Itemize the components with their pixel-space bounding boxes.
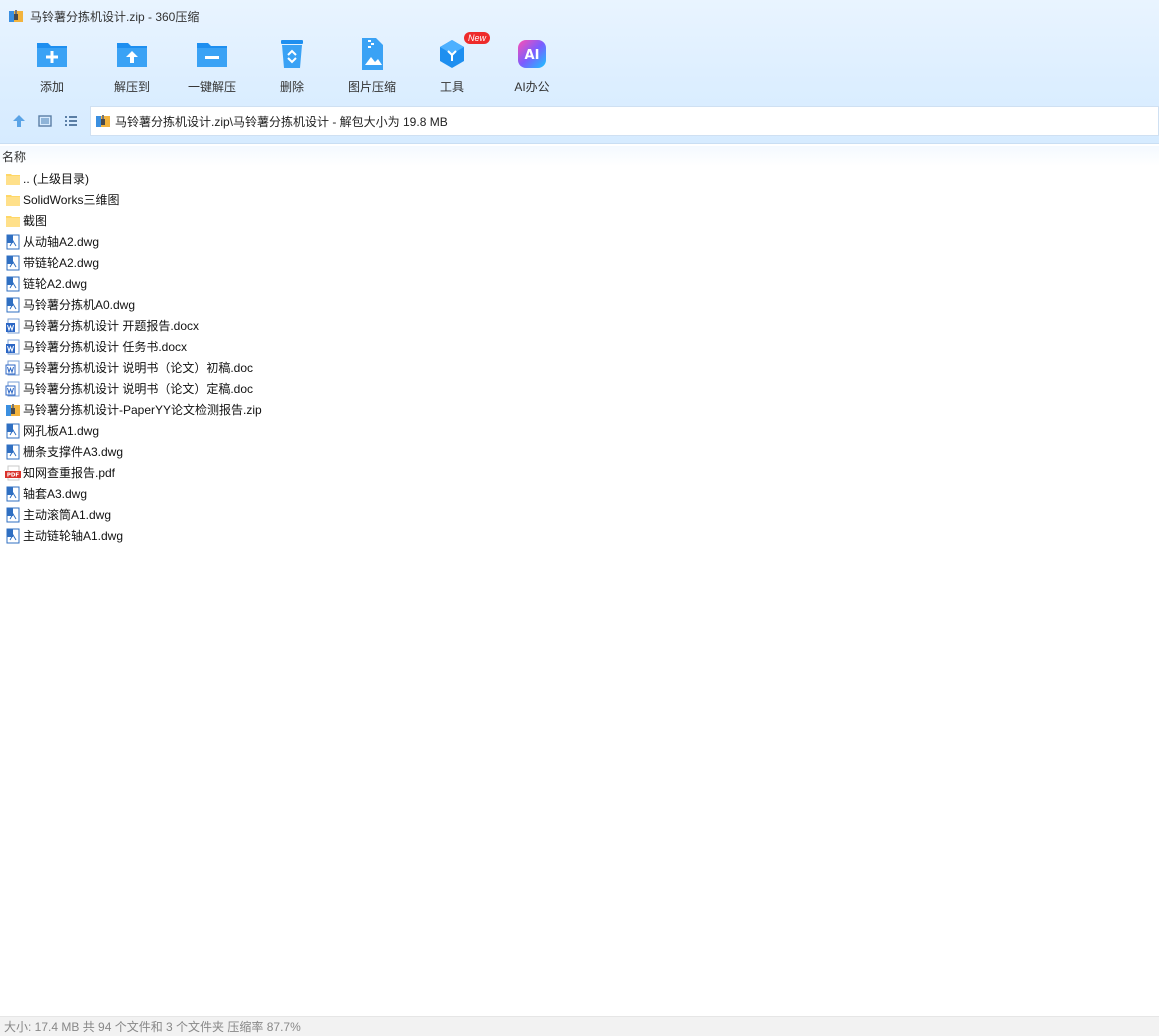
ai-office-button-label: AI办公 <box>514 80 550 94</box>
add-folder-icon <box>34 36 70 72</box>
list-view-icon <box>65 116 77 126</box>
column-header[interactable]: 名称 <box>0 146 1159 166</box>
dwg-file-icon <box>6 486 20 501</box>
list-item-file[interactable]: 马铃薯分拣机设计 说明书（论文）定稿.doc <box>0 378 1159 399</box>
title-bar: 马铃薯分拣机设计.zip - 360压缩 <box>0 0 1159 32</box>
add-button[interactable]: 添加 <box>12 36 92 100</box>
file-name: 马铃薯分拣机设计-PaperYY论文检测报告.zip <box>23 403 262 417</box>
dwg-file-icon <box>6 255 20 270</box>
word-doc-icon <box>6 318 20 333</box>
delete-icon <box>274 36 310 72</box>
word-doc-icon <box>5 381 20 396</box>
list-item-file[interactable]: 轴套A3.dwg <box>0 483 1159 504</box>
up-arrow-icon <box>13 115 25 127</box>
list-item-file[interactable]: 链轮A2.dwg <box>0 273 1159 294</box>
ai-glyph: AI <box>525 48 540 63</box>
file-list: .. (上级目录) SolidWorks三维图 截图 从动轴A2.dwg 带链轮… <box>0 168 1159 546</box>
list-item-file[interactable]: 马铃薯分拣机设计 说明书（论文）初稿.doc <box>0 357 1159 378</box>
address-path: 马铃薯分拣机设计.zip\马铃薯分拣机设计 - 解包大小为 19.8 MB <box>115 114 448 129</box>
file-name: 轴套A3.dwg <box>23 487 88 501</box>
tools-button[interactable]: New 工具 <box>412 32 492 100</box>
dwg-file-icon <box>6 507 20 522</box>
file-name: 从动轴A2.dwg <box>23 235 100 249</box>
pdf-glyph: PDF <box>7 472 20 478</box>
status-bar: 大小: 17.4 MB 共 94 个文件和 3 个文件夹 压缩率 87.7% <box>0 1016 1159 1036</box>
window-title: 马铃薯分拣机设计.zip - 360压缩 <box>30 9 200 24</box>
list-item-file[interactable]: 马铃薯分拣机设计 任务书.docx <box>0 336 1159 357</box>
folder-icon <box>6 173 20 185</box>
list-item-file[interactable]: 主动滚筒A1.dwg <box>0 504 1159 525</box>
up-level-button[interactable] <box>6 108 32 134</box>
thumbnail-view-button[interactable] <box>32 108 58 134</box>
folder-icon <box>6 215 20 227</box>
folder-icon <box>6 194 20 206</box>
delete-button-label: 删除 <box>279 80 304 94</box>
address-row: 马铃薯分拣机设计.zip\马铃薯分拣机设计 - 解包大小为 19.8 MB <box>0 106 1159 136</box>
file-name: 栅条支撑件A3.dwg <box>23 445 124 459</box>
list-item-file[interactable]: 主动链轮轴A1.dwg <box>0 525 1159 546</box>
list-item-file[interactable]: PDF 知网查重报告.pdf <box>0 462 1159 483</box>
one-click-extract-button-label: 一键解压 <box>187 80 236 94</box>
toolbar: 添加 解压到 一键解压 删除 图片压缩 New 工具 AI AI办公 <box>12 32 572 100</box>
extract-to-button[interactable]: 解压到 <box>92 36 172 100</box>
file-name: 主动链轮轴A1.dwg <box>23 529 124 543</box>
new-badge: New <box>464 32 491 44</box>
list-item-file[interactable]: 马铃薯分拣机设计-PaperYY论文检测报告.zip <box>0 399 1159 420</box>
dwg-file-icon <box>6 528 20 543</box>
file-name: 马铃薯分拣机设计 说明书（论文）初稿.doc <box>23 361 254 375</box>
list-item-file[interactable]: 从动轴A2.dwg <box>0 231 1159 252</box>
zip-archive-icon <box>96 115 110 127</box>
thumbnail-view-icon <box>38 115 52 127</box>
list-view-button[interactable] <box>58 108 84 134</box>
file-name: SolidWorks三维图 <box>23 193 120 207</box>
list-item-file[interactable]: 网孔板A1.dwg <box>0 420 1159 441</box>
status-text: 大小: 17.4 MB 共 94 个文件和 3 个文件夹 压缩率 87.7% <box>4 1020 301 1034</box>
name-column-header[interactable]: 名称 <box>2 148 26 165</box>
dwg-file-icon <box>6 234 20 249</box>
image-compress-button-label: 图片压缩 <box>347 80 396 94</box>
ai-office-icon: AI <box>514 36 550 72</box>
dwg-file-icon <box>6 276 20 291</box>
address-bar[interactable]: 马铃薯分拣机设计.zip\马铃薯分拣机设计 - 解包大小为 19.8 MB <box>90 106 1159 136</box>
extract-to-icon <box>114 36 150 72</box>
list-item-parent-folder[interactable]: .. (上级目录) <box>0 168 1159 189</box>
dwg-file-icon <box>6 423 20 438</box>
one-click-extract-icon <box>194 36 230 72</box>
image-compress-icon <box>354 36 390 72</box>
file-name: 网孔板A1.dwg <box>23 424 100 438</box>
extract-to-button-label: 解压到 <box>113 80 150 94</box>
file-name: 链轮A2.dwg <box>23 277 88 291</box>
dwg-file-icon <box>6 297 20 312</box>
ai-office-button[interactable]: AI AI办公 <box>492 36 572 100</box>
file-name: 马铃薯分拣机设计 开题报告.docx <box>23 319 200 333</box>
file-name: 带链轮A2.dwg <box>23 256 100 270</box>
tools-button-label: 工具 <box>439 80 464 94</box>
dwg-file-icon <box>6 444 20 459</box>
file-name: 主动滚筒A1.dwg <box>23 508 112 522</box>
list-item-file[interactable]: 马铃薯分拣机设计 开题报告.docx <box>0 315 1159 336</box>
file-name: 截图 <box>23 214 48 228</box>
list-item-file[interactable]: 栅条支撑件A3.dwg <box>0 441 1159 462</box>
delete-button[interactable]: 删除 <box>252 36 332 100</box>
list-item-folder[interactable]: SolidWorks三维图 <box>0 189 1159 210</box>
word-doc-icon <box>5 360 20 375</box>
pdf-file-icon: PDF <box>5 465 21 480</box>
file-name: 马铃薯分拣机设计 说明书（论文）定稿.doc <box>23 382 254 396</box>
one-click-extract-button[interactable]: 一键解压 <box>172 36 252 100</box>
list-item-folder[interactable]: 截图 <box>0 210 1159 231</box>
list-item-file[interactable]: 马铃薯分拣机A0.dwg <box>0 294 1159 315</box>
add-button-label: 添加 <box>39 80 64 94</box>
file-name: 知网查重报告.pdf <box>23 466 116 480</box>
list-item-file[interactable]: 带链轮A2.dwg <box>0 252 1159 273</box>
image-compress-button[interactable]: 图片压缩 <box>332 36 412 100</box>
header: 马铃薯分拣机设计.zip - 360压缩 添加 解压到 一键解压 删除 图片压缩… <box>0 0 1159 144</box>
file-name: 马铃薯分拣机A0.dwg <box>23 298 136 312</box>
zip-archive-icon <box>6 403 20 416</box>
word-doc-icon <box>6 339 20 354</box>
file-name: .. (上级目录) <box>23 172 89 186</box>
file-name: 马铃薯分拣机设计 任务书.docx <box>23 340 188 354</box>
zip-app-icon <box>9 10 23 22</box>
app-window: 马铃薯分拣机设计.zip - 360压缩 添加 解压到 一键解压 删除 图片压缩… <box>0 0 1159 1036</box>
